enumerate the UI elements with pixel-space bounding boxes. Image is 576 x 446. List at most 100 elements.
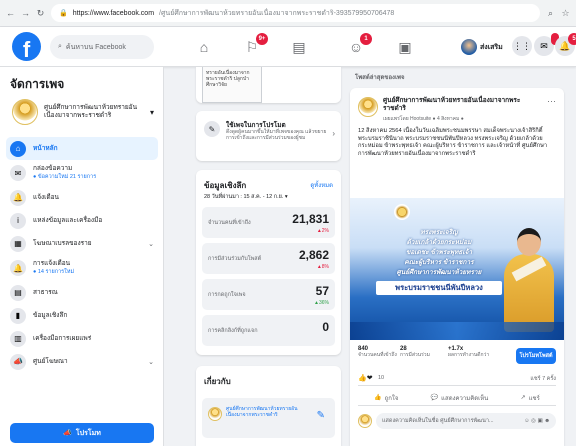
post-page-avatar[interactable] xyxy=(358,97,378,117)
post-text: 12 สิงหาคม 2564 เนื่องในวันเฉลิมพระชนมพร… xyxy=(358,128,548,157)
promote-label: โปรโมท xyxy=(75,429,101,437)
post-image[interactable]: ทรงพระเจริญ ด้วยเกล้าด้วยกระหม่อม ขอเดชะ ข… xyxy=(350,198,564,340)
bell-icon: 🔔 xyxy=(10,260,26,276)
bell-icon: 🔔 xyxy=(10,189,26,206)
share-icon: ↗ xyxy=(520,395,526,401)
comment-input[interactable]: แสดงความคิดเห็นในชื่อ ศูนย์ศึกษาการพัฒนา… xyxy=(376,413,556,429)
store-icon: ▦ xyxy=(10,235,26,252)
reaction-count[interactable]: 10 xyxy=(378,375,384,381)
nav-watch-icon[interactable]: ▤ xyxy=(288,36,310,58)
reaction-summary: 👍❤ 10 แชร์ 7 ครั้ง xyxy=(358,374,556,386)
browser-toolbar: ← → ↻ 🔒 https://www.facebook.com/ศูนย์ศึ… xyxy=(0,0,576,27)
menu-grid-icon[interactable]: ⋮⋮ xyxy=(512,36,532,56)
messenger-icon[interactable]: ✉ xyxy=(534,33,559,56)
sidebar-title: จัดการเพจ xyxy=(10,77,65,91)
nav-gaming-icon[interactable]: ▣ xyxy=(394,36,416,58)
nav-home-icon[interactable]: ⌂ xyxy=(193,36,215,58)
edit-icon[interactable]: ✎ xyxy=(317,410,325,421)
nav-pages-icon[interactable]: ⚐ 9+ xyxy=(241,33,268,58)
promote-button[interactable]: 📣 โปรโมท xyxy=(10,423,154,443)
sidebar-item-1[interactable]: ✉ กล่องข้อความ ● ข้อความใหม่ 21 รายการ xyxy=(6,160,158,186)
caret-down-icon: ▾ xyxy=(149,107,154,117)
address-bar[interactable]: 🔒 https://www.facebook.com/ศูนย์ศึกษาการ… xyxy=(51,4,540,22)
sidebar-item-label: ข้อมูลเชิงลึก xyxy=(33,311,68,319)
post-page-name[interactable]: ศูนย์ศึกษาการพัฒนาห้วยทรายอันเนื่องมาจาก… xyxy=(383,97,533,113)
insight-metric[interactable]: การมีส่วนร่วมกับโพสต์ 2,862 ▲8% xyxy=(202,243,335,274)
publish-icon: ▥ xyxy=(10,330,26,347)
page-selector[interactable]: ศูนย์ศึกษาการพัฒนาห้วยทรายอันเนื่องมาจาก… xyxy=(8,94,158,130)
banner-line: ศูนย์ศึกษาการพัฒนาห้วยทราย xyxy=(396,269,482,276)
banner-highlight: พระบรมราชชนนีพันปีหลวง xyxy=(376,281,502,295)
sidebar-item-3[interactable]: i แหล่งข้อมูลและเครื่องมือ xyxy=(6,209,158,232)
sidebar-item-5[interactable]: 🔔 การแจ้งเตือน ● 14 รายการใหม่ xyxy=(6,255,158,281)
boost-post-button[interactable]: โปรโมทโพสต์ xyxy=(516,348,556,364)
document-preview-card: ทรายอันเนื่องมาจากพระราชดำริ ปลูกป่า ศึก… xyxy=(196,67,341,103)
search-placeholder: ค้นหาบน Facebook xyxy=(65,43,126,51)
banner-text: ทรงพระเจริญ ด้วยเกล้าด้วยกระหม่อม ขอเดชะ ข… xyxy=(374,228,504,278)
insights-see-all-link[interactable]: ดูทั้งหมด xyxy=(310,180,333,190)
reload-icon[interactable]: ↻ xyxy=(36,8,45,19)
notifications-icon[interactable]: 🔔 5 xyxy=(555,33,576,56)
metric-label: การมีส่วนร่วมกับโพสต์ xyxy=(208,256,262,262)
zoom-icon[interactable]: ⌕ xyxy=(546,8,555,19)
insights-card: ข้อมูลเชิงลึก ดูทั้งหมด 28 วันที่ผ่านมา … xyxy=(196,170,341,355)
pages-badge: 9+ xyxy=(256,33,268,45)
facebook-logo-icon[interactable]: f xyxy=(12,32,41,61)
document-preview[interactable]: ทรายอันเนื่องมาจากพระราชดำริ ปลูกป่า ศึก… xyxy=(202,67,262,103)
forward-icon[interactable]: → xyxy=(21,8,30,18)
like-button[interactable]: 👍 ถูกใจ xyxy=(374,390,398,405)
decorative-wave xyxy=(350,322,564,340)
search-input[interactable]: ⌕ ค้นหาบน Facebook xyxy=(50,35,154,59)
stat-performance: +1.7x ผลการทำงานดีกว่า xyxy=(448,346,490,358)
star-icon[interactable]: ☆ xyxy=(561,8,570,19)
facebook-header: f ⌕ ค้นหาบน Facebook ⌂ ⚐ 9+ ▤ ☺ 1 ▣ ส่งเสร… xyxy=(0,27,576,67)
metric-label: การกดถูกใจเพจ xyxy=(208,292,246,298)
sidebar-item-9[interactable]: 📣 ศูนย์โฆษณา ⌄ xyxy=(6,350,158,373)
metric-value: 2,862 xyxy=(298,248,329,262)
insight-metric[interactable]: การคลิกลิงก์ที่ถูกแจก 0 xyxy=(202,315,335,346)
share-button[interactable]: ↗ แชร์ xyxy=(521,390,540,405)
sidebar-item-4[interactable]: ▦ โฆษณาเบรลของราย ⌄ xyxy=(6,232,158,255)
megaphone-icon: 📣 xyxy=(63,430,72,437)
stat-reach: 840 จำนวนคนที่เข้าถึง xyxy=(358,346,397,358)
chevron-down-icon[interactable]: ⌄ xyxy=(148,358,154,366)
more-options-icon[interactable]: ··· xyxy=(547,96,556,106)
comment-button[interactable]: 💬 แสดงความคิดเห็น xyxy=(431,390,489,405)
sidebar-item-label: สาธารณ xyxy=(33,288,58,296)
insight-metric[interactable]: จำนวนคนที่เข้าถึง 21,831 ▲2% xyxy=(202,207,335,238)
notifications-badge: 5 xyxy=(568,33,576,45)
sidebar-item-label: ศูนย์โฆษณา xyxy=(33,357,68,365)
page-selector-name: ศูนย์ศึกษาการพัฒนาห้วยทรายอันเนื่องมาจาก… xyxy=(44,104,138,119)
sidebar-item-7[interactable]: ▮ ข้อมูลเชิงลึก xyxy=(6,304,158,327)
sidebar-item-6[interactable]: ▤ สาธารณ xyxy=(6,281,158,304)
share-count[interactable]: แชร์ 7 ครั้ง xyxy=(530,375,556,383)
sidebar-item-0[interactable]: ⌂ หน้าหลัก xyxy=(6,137,158,160)
metric-change: ▲8% xyxy=(316,264,329,270)
back-icon[interactable]: ← xyxy=(6,8,15,18)
post-actions: 👍 ถูกใจ 💬 แสดงความคิดเห็น ↗ แชร์ xyxy=(358,390,556,406)
metric-change: ▲2% xyxy=(316,228,329,234)
sidebar-item-2[interactable]: 🔔 แจ้งเตือน xyxy=(6,186,158,209)
about-card: เกี่ยวกับ ศูนย์ศึกษาการพัฒนาห้วยทรายอันเ… xyxy=(196,366,341,446)
sidebar-item-8[interactable]: ▥ เครื่องมือการเผยแพร่ xyxy=(6,327,158,350)
about-title: เกี่ยวกับ xyxy=(204,377,231,386)
comment-composer: แสดงความคิดเห็นในชื่อ ศูนย์ศึกษาการพัฒนา… xyxy=(358,412,556,430)
chart-icon: ▮ xyxy=(10,307,26,324)
reactions-icon[interactable]: 👍❤ xyxy=(358,374,373,382)
recent-posts-title: โพสต์ล่าสุดของเพจ xyxy=(355,75,405,81)
insights-date-range[interactable]: 28 วันที่ผ่านมา : 15 ส.ค. - 12 ก.ย. ▾ xyxy=(204,193,288,201)
about-item[interactable]: ศูนย์ศึกษาการพัฒนาห้วยทรายอันเนื่องมาจาก… xyxy=(202,398,335,438)
insight-metric[interactable]: การกดถูกใจเพจ 57 ▲36% xyxy=(202,279,335,310)
sidebar-item-label: เครื่องมือการเผยแพร่ xyxy=(33,334,92,342)
stat-engagement: 28 การมีส่วนร่วม xyxy=(400,346,430,358)
avatar xyxy=(461,39,477,55)
sidebar-menu: ⌂ หน้าหลัก ✉ กล่องข้อความ ● ข้อความใหม่ 21 ร… xyxy=(6,137,158,373)
sidebar-item-label: หน้าหลัก xyxy=(33,144,58,152)
insights-title: ข้อมูลเชิงลึก xyxy=(204,181,247,190)
promote-tip-card[interactable]: ✎ ใช้เพจในการโปรโมต ดึงดูดผู้คนมากขึ้นให… xyxy=(196,111,341,161)
nav-groups-icon[interactable]: ☺ 1 xyxy=(345,33,372,58)
profile-button[interactable]: ส่งเสริม xyxy=(458,36,506,58)
about-text: ศูนย์ศึกษาการพัฒนาห้วยทรายอันเนื่องมาจาก… xyxy=(226,406,298,418)
chevron-down-icon[interactable]: ⌄ xyxy=(148,240,154,248)
emoji-icons[interactable]: ☺ ◎ ▣ ☻ xyxy=(524,418,550,424)
